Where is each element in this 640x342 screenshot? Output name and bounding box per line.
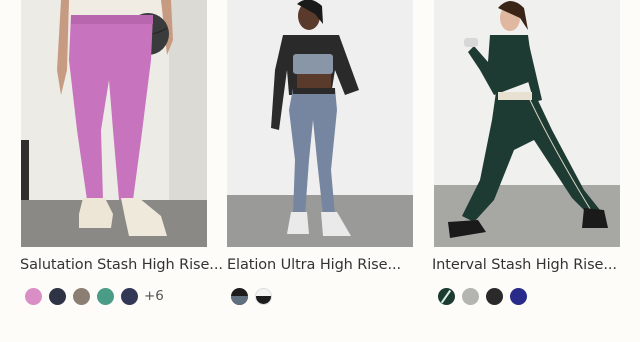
product-card[interactable]: Interval Stash High Rise...	[432, 0, 620, 305]
color-swatch-dark-green[interactable]	[438, 287, 455, 305]
product-title[interactable]: Elation Ultra High Rise...	[227, 257, 427, 273]
more-colors-count[interactable]: +6	[144, 288, 164, 304]
color-swatch-black-slate[interactable]	[231, 287, 248, 305]
color-swatches	[231, 286, 279, 306]
color-swatch-grey[interactable]	[462, 287, 479, 305]
color-swatch-dark-navy[interactable]	[121, 287, 138, 305]
color-swatch-white-black[interactable]	[255, 287, 272, 305]
color-swatches	[438, 286, 534, 306]
product-image[interactable]	[227, 0, 413, 247]
product-card[interactable]: Elation Ultra High Rise...	[227, 0, 413, 305]
product-title[interactable]: Salutation Stash High Rise...	[20, 257, 223, 273]
color-swatch-pink[interactable]	[25, 287, 42, 305]
color-swatch-indigo[interactable]	[510, 287, 527, 305]
product-title[interactable]: Interval Stash High Rise...	[432, 257, 632, 273]
color-swatch-taupe[interactable]	[73, 287, 90, 305]
product-image[interactable]	[21, 0, 207, 247]
color-swatch-black[interactable]	[486, 287, 503, 305]
color-swatch-navy[interactable]	[49, 287, 66, 305]
product-image[interactable]	[434, 0, 620, 247]
product-card[interactable]: Salutation Stash High Rise... +6	[20, 0, 223, 305]
color-swatch-green[interactable]	[97, 287, 114, 305]
color-swatches: +6	[25, 286, 164, 306]
